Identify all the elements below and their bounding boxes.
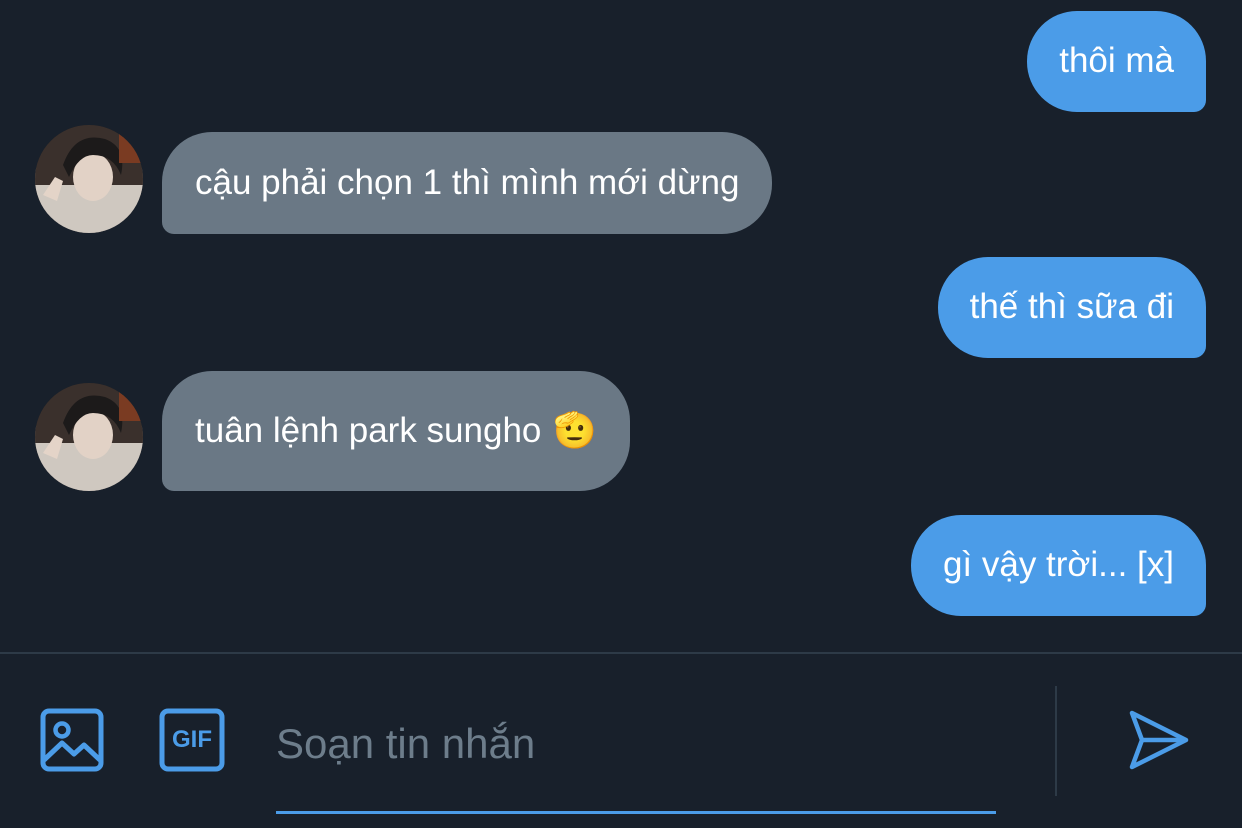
send-button[interactable]	[1126, 708, 1190, 772]
incoming-message: tuân lệnh park sungho 🫡	[35, 371, 630, 491]
message-bubble[interactable]: thế thì sữa đi	[937, 257, 1206, 358]
avatar-portrait	[35, 383, 143, 491]
message-list: thôi mà cậu phải chọn 1 thì mình mới dừn…	[0, 0, 1242, 653]
image-icon	[40, 708, 104, 772]
message-bubble[interactable]: tuân lệnh park sungho 🫡	[162, 371, 630, 491]
salute-emoji: 🫡	[553, 411, 597, 450]
message-bubble[interactable]: cậu phải chọn 1 thì mình mới dừng	[162, 132, 773, 234]
gif-label: GIF	[172, 726, 212, 753]
image-button[interactable]	[40, 708, 104, 772]
gif-button[interactable]: GIF	[159, 708, 225, 772]
avatar[interactable]	[35, 125, 143, 233]
outgoing-message: thôi mà	[1027, 11, 1206, 112]
message-bubble[interactable]: gì vậy trời... [x]	[910, 515, 1206, 616]
avatar-portrait	[35, 125, 143, 233]
outgoing-message: gì vậy trời... [x]	[910, 515, 1206, 616]
outgoing-message: thế thì sữa đi	[937, 257, 1206, 358]
message-text: tuân lệnh park sungho	[195, 411, 542, 450]
message-input-container	[276, 694, 996, 814]
incoming-message: cậu phải chọn 1 thì mình mới dừng	[35, 124, 773, 234]
message-text: cậu phải chọn 1 thì mình mới dừng	[195, 163, 740, 202]
message-bubble[interactable]: thôi mà	[1027, 11, 1206, 112]
message-input[interactable]	[276, 714, 976, 774]
avatar[interactable]	[35, 383, 143, 491]
send-icon	[1129, 710, 1189, 770]
send-separator	[1055, 686, 1057, 796]
input-underline	[276, 811, 996, 814]
message-composer: GIF	[0, 654, 1242, 828]
